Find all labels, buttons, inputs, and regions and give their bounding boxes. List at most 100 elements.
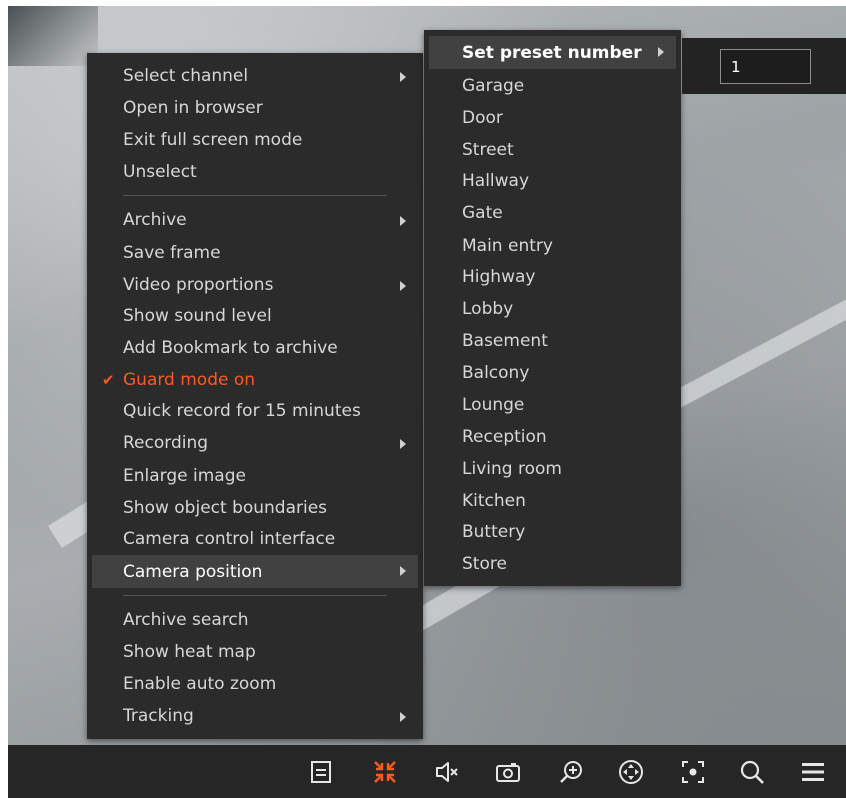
preset-label: Buttery [462, 522, 526, 542]
menu-item-label: Add Bookmark to archive [123, 338, 338, 358]
menu-item-label: Set preset number [462, 42, 642, 63]
menu-item-label: Archive [123, 210, 187, 230]
preset-item[interactable]: Hallway [429, 167, 676, 195]
preset-item[interactable]: Buttery [429, 518, 676, 546]
camera-toolbar [8, 745, 846, 798]
menu-item-label: Enlarge image [123, 466, 246, 486]
camera-position-submenu: Set preset number Garage Door Street Hal… [424, 30, 681, 586]
preset-item[interactable]: Highway [429, 263, 676, 291]
preset-item[interactable]: Street [429, 136, 676, 164]
menu-item-video-proportions[interactable]: Video proportions [92, 271, 418, 299]
menu-item-label: Show heat map [123, 642, 256, 662]
menu-item-camera-control-interface[interactable]: Camera control interface [92, 525, 418, 553]
zoom-in-button[interactable] [556, 757, 588, 787]
preset-label: Store [462, 554, 507, 574]
snapshot-icon [496, 763, 520, 782]
menu-item-label: Show object boundaries [123, 498, 328, 518]
search-icon [740, 760, 764, 784]
menu-item-show-heat-map[interactable]: Show heat map [92, 638, 418, 666]
preset-label: Lobby [462, 299, 514, 319]
menu-item-label: Select channel [123, 66, 249, 86]
preset-label: Kitchen [462, 491, 526, 511]
layout-button[interactable] [305, 757, 337, 787]
menu-item-label: Save frame [123, 243, 221, 263]
menu-item-label: Quick record for 15 minutes [123, 401, 361, 421]
menu-separator [123, 595, 387, 596]
preset-item[interactable]: Gate [429, 199, 676, 227]
preset-item[interactable]: Store [429, 550, 676, 578]
search-button[interactable] [736, 757, 768, 787]
submenu-arrow-icon [400, 712, 406, 722]
menu-item-select-channel[interactable]: Select channel [92, 62, 418, 90]
preset-label: Reception [462, 427, 547, 447]
mute-icon [436, 762, 458, 782]
menu-button[interactable] [797, 757, 829, 787]
menu-item-open-in-browser[interactable]: Open in browser [92, 94, 418, 122]
menu-item-label: Archive search [123, 610, 249, 630]
ptz-control-icon [619, 760, 643, 784]
focus-icon [682, 761, 704, 783]
submenu-arrow-icon [400, 439, 406, 449]
preset-item[interactable]: Door [429, 104, 676, 132]
focus-button[interactable] [677, 757, 709, 787]
menu-item-enlarge-image[interactable]: Enlarge image [92, 462, 418, 490]
layout-icon [311, 761, 331, 783]
preset-label: Highway [462, 267, 536, 287]
menu-item-label: Unselect [123, 162, 197, 182]
preset-item[interactable]: Reception [429, 423, 676, 451]
menu-item-show-sound-level[interactable]: Show sound level [92, 302, 418, 330]
ptz-control-button[interactable] [615, 757, 647, 787]
menu-item-archive-search[interactable]: Archive search [92, 606, 418, 634]
menu-item-guard-mode[interactable]: ✔ Guard mode on [92, 366, 418, 394]
preset-label: Lounge [462, 395, 525, 415]
menu-item-label: Enable auto zoom [123, 674, 277, 694]
submenu-arrow-icon [658, 47, 664, 57]
menu-item-save-frame[interactable]: Save frame [92, 239, 418, 267]
menu-item-add-bookmark[interactable]: Add Bookmark to archive [92, 334, 418, 362]
submenu-arrow-icon [400, 566, 406, 576]
menu-item-exit-full-screen[interactable]: Exit full screen mode [92, 126, 418, 154]
preset-item[interactable]: Lounge [429, 391, 676, 419]
menu-item-camera-position[interactable]: Camera position [92, 555, 418, 588]
menu-icon [802, 763, 824, 781]
menu-item-enable-auto-zoom[interactable]: Enable auto zoom [92, 670, 418, 698]
menu-item-archive[interactable]: Archive [92, 206, 418, 234]
preset-item[interactable]: Garage [429, 72, 676, 100]
preset-item[interactable]: Basement [429, 327, 676, 355]
video-shadow [8, 6, 98, 66]
snapshot-button[interactable] [492, 757, 524, 787]
checkmark-icon: ✔ [102, 371, 115, 389]
preset-item[interactable]: Kitchen [429, 487, 676, 515]
menu-item-unselect[interactable]: Unselect [92, 158, 418, 186]
menu-item-tracking[interactable]: Tracking [92, 702, 418, 730]
submenu-arrow-icon [400, 72, 406, 82]
preset-number-input[interactable] [720, 49, 811, 84]
menu-item-label: Show sound level [123, 306, 272, 326]
menu-item-label: Recording [123, 433, 209, 453]
preset-label: Hallway [462, 171, 530, 191]
preset-label: Garage [462, 76, 525, 96]
menu-item-label: Tracking [123, 706, 194, 726]
preset-label: Living room [462, 459, 562, 479]
preset-item[interactable]: Main entry [429, 232, 676, 260]
menu-item-quick-record[interactable]: Quick record for 15 minutes [92, 397, 418, 425]
preset-item[interactable]: Lobby [429, 295, 676, 323]
preset-label: Main entry [462, 236, 553, 256]
menu-item-recording[interactable]: Recording [92, 429, 418, 457]
menu-item-label: Exit full screen mode [123, 130, 303, 150]
preset-label: Gate [462, 203, 503, 223]
preset-label: Basement [462, 331, 548, 351]
mute-button[interactable] [431, 757, 463, 787]
submenu-arrow-icon [400, 281, 406, 291]
preset-item[interactable]: Living room [429, 455, 676, 483]
menu-item-show-object-boundaries[interactable]: Show object boundaries [92, 494, 418, 522]
context-menu: Select channel Open in browser Exit full… [87, 53, 423, 739]
menu-item-set-preset-number[interactable]: Set preset number [429, 36, 676, 69]
menu-separator [123, 195, 387, 196]
zoom-in-icon [560, 761, 582, 783]
exit-fullscreen-button[interactable] [369, 757, 401, 787]
menu-item-label: Camera control interface [123, 529, 336, 549]
menu-item-label: Video proportions [123, 275, 274, 295]
menu-item-label: Camera position [123, 561, 263, 582]
preset-item[interactable]: Balcony [429, 359, 676, 387]
